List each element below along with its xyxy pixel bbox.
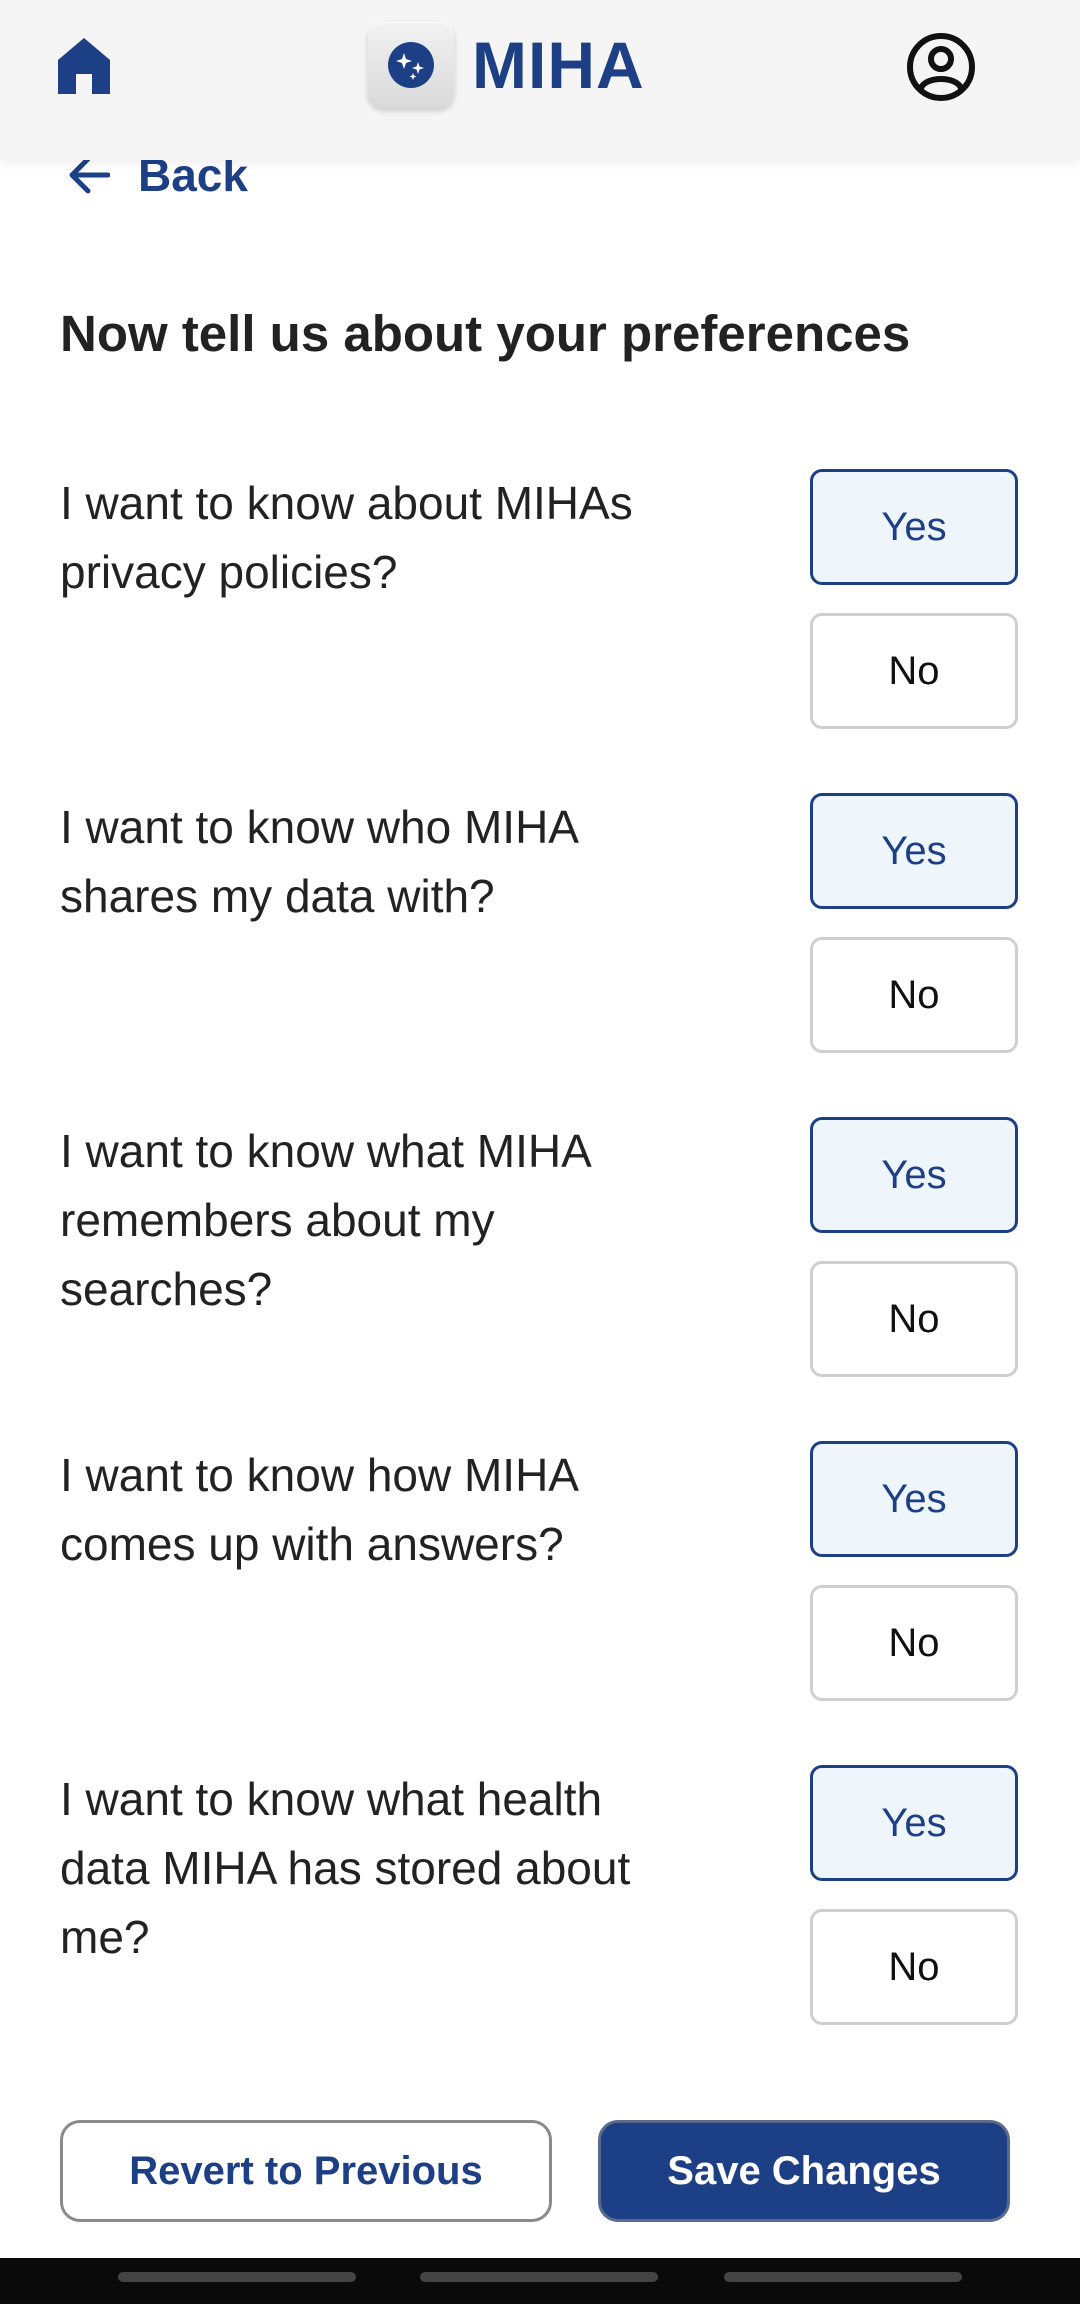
app-logo[interactable]: MIHA [368,22,645,108]
question-health-data: I want to know what health data MIHA has… [60,1773,631,1963]
no-button[interactable]: No [810,1261,1018,1377]
nav-handle [724,2272,962,2282]
save-button[interactable]: Save Changes [598,2120,1010,2222]
nav-handle [118,2272,356,2282]
arrow-left-icon [69,156,110,194]
no-button[interactable]: No [810,1909,1018,2025]
question-answer-method: I want to know how MIHA comes up with an… [60,1449,577,1570]
account-circle-icon[interactable] [906,32,976,102]
yes-button[interactable]: Yes [810,1117,1018,1233]
system-nav-bar [0,2258,1080,2304]
revert-button[interactable]: Revert to Previous [60,2120,552,2222]
yes-button[interactable]: Yes [810,469,1018,585]
yes-button[interactable]: Yes [810,793,1018,909]
yes-button[interactable]: Yes [810,1441,1018,1557]
miha-logo-icon [368,22,454,108]
no-button[interactable]: No [810,613,1018,729]
app-name: MIHA [472,28,645,102]
question-search-memory: I want to know what MIHA remembers about… [60,1125,590,1315]
question-data-sharing: I want to know who MIHA shares my data w… [60,801,577,922]
no-button[interactable]: No [810,937,1018,1053]
home-icon[interactable] [56,36,112,96]
yes-button[interactable]: Yes [810,1765,1018,1881]
nav-handle [420,2272,658,2282]
no-button[interactable]: No [810,1585,1018,1701]
page-title: Now tell us about your preferences [60,305,911,362]
question-privacy-policies: I want to know about MIHAs privacy polic… [60,477,633,598]
app-header: MIHA [0,0,1080,160]
